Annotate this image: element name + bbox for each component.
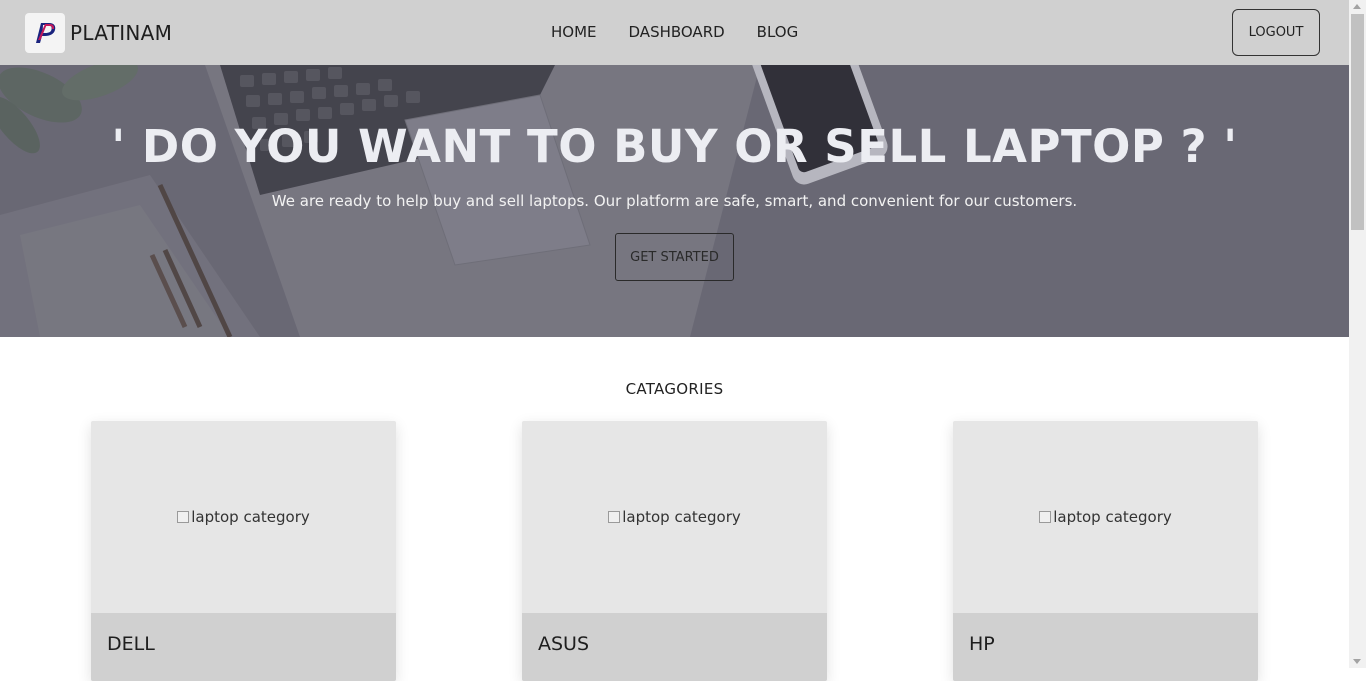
category-name: ASUS [538, 633, 590, 655]
category-name: DELL [107, 633, 155, 655]
broken-image-icon [1039, 511, 1052, 523]
category-card-footer: ASUS [522, 613, 827, 681]
category-card-asus[interactable]: laptop category ASUS [522, 421, 827, 681]
main-nav: HOME DASHBOARD BLOG [551, 23, 830, 41]
nav-link-home[interactable]: HOME [551, 23, 597, 41]
category-card-dell[interactable]: laptop category DELL [91, 421, 396, 681]
category-card-hp[interactable]: laptop category HP [953, 421, 1258, 681]
navbar: PLATINAM HOME DASHBOARD BLOG LOGOUT [0, 0, 1349, 66]
broken-image: laptop category [177, 508, 310, 526]
nav-link-dashboard[interactable]: DASHBOARD [629, 23, 725, 41]
category-card-footer: DELL [91, 613, 396, 681]
image-alt-text: laptop category [191, 508, 310, 526]
hero-title: ' DO YOU WANT TO BUY OR SELL LAPTOP ? ' [111, 120, 1238, 173]
broken-image: laptop category [1039, 508, 1172, 526]
scrollbar-thumb[interactable] [1351, 14, 1364, 230]
hero-subtitle: We are ready to help buy and sell laptop… [271, 192, 1078, 210]
logout-button[interactable]: LOGOUT [1232, 9, 1320, 56]
category-image: laptop category [953, 421, 1258, 613]
brand[interactable]: PLATINAM [25, 13, 172, 53]
categories-heading: CATAGORIES [625, 380, 724, 398]
broken-image-icon [177, 511, 190, 523]
hero-banner: ' DO YOU WANT TO BUY OR SELL LAPTOP ? ' … [0, 65, 1349, 337]
image-alt-text: laptop category [1053, 508, 1172, 526]
platinam-logo-icon [25, 13, 65, 53]
category-name: HP [969, 633, 995, 655]
image-alt-text: laptop category [622, 508, 741, 526]
broken-image-icon [608, 511, 621, 523]
brand-name: PLATINAM [70, 21, 173, 45]
page-scrollbar[interactable] [1349, 0, 1366, 668]
scroll-down-icon[interactable] [1353, 659, 1361, 664]
category-image: laptop category [522, 421, 827, 613]
category-card-footer: HP [953, 613, 1258, 681]
broken-image: laptop category [608, 508, 741, 526]
get-started-button[interactable]: GET STARTED [615, 233, 734, 281]
category-image: laptop category [91, 421, 396, 613]
nav-link-blog[interactable]: BLOG [757, 23, 799, 41]
scroll-up-icon[interactable] [1353, 4, 1361, 9]
